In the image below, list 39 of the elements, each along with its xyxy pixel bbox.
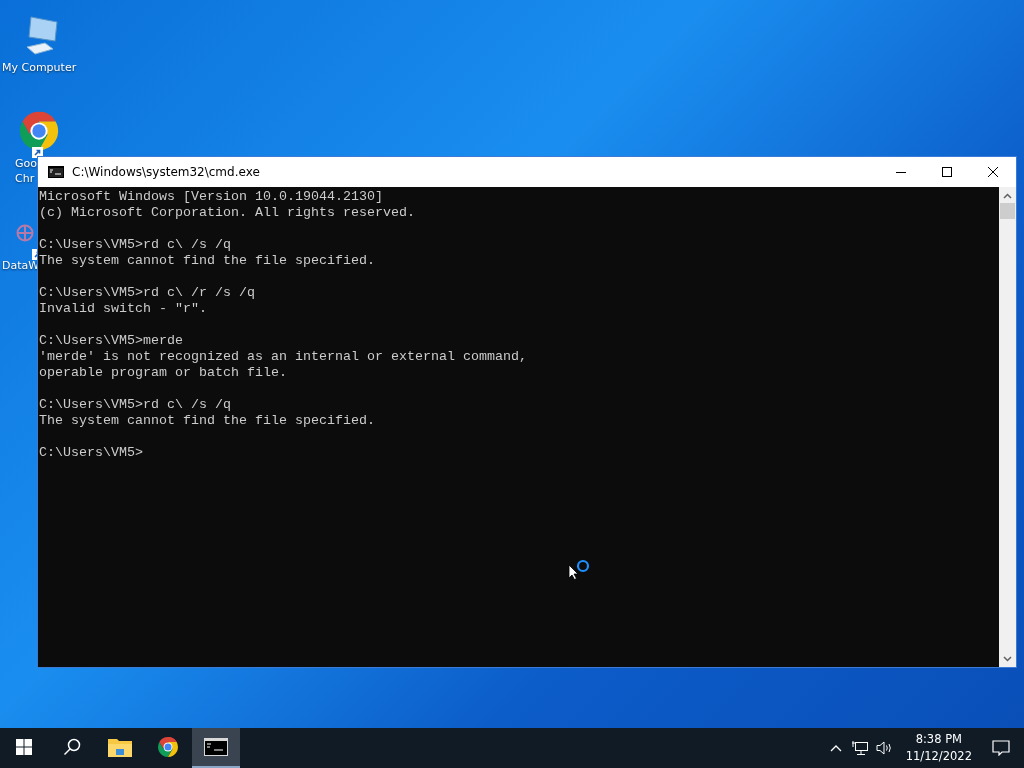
- console-line: C:\Users\VM5>rd c\ /s /q: [39, 397, 231, 412]
- console-line: C:\Users\VM5>rd c\ /r /s /q: [39, 285, 255, 300]
- folder-icon: [108, 737, 132, 757]
- close-icon: [988, 167, 998, 177]
- chrome-icon: [156, 735, 180, 759]
- console-line: C:\Users\VM5>: [39, 445, 143, 460]
- desktop-icon-label[interactable]: Chr: [15, 171, 35, 186]
- taskbar-button[interactable]: [192, 728, 240, 768]
- console-line: C:\Users\VM5>merde: [39, 333, 183, 348]
- notification-icon[interactable]: [992, 740, 1010, 756]
- window-title: C:\Windows\system32\cmd.exe: [72, 165, 261, 179]
- desktop-icon-label[interactable]: My Computer: [2, 60, 77, 75]
- vertical-scrollbar[interactable]: [999, 187, 1016, 667]
- clock-time: 8:38 PM: [915, 731, 962, 748]
- console-line: operable program or batch file.: [39, 365, 287, 380]
- terminal-icon: [204, 738, 228, 756]
- windows-logo-icon: [16, 739, 32, 755]
- console-line: 'merde' is not recognized as an internal or external command,: [39, 349, 527, 364]
- console-line: The system cannot find the file specified.: [39, 253, 375, 268]
- scroll-up-icon[interactable]: [1003, 193, 1012, 199]
- console-line: The system cannot find the file specified.: [39, 413, 375, 428]
- scrollbar-thumb[interactable]: [1000, 203, 1015, 219]
- grid-logo-icon: [16, 224, 34, 242]
- network-icon[interactable]: [851, 740, 868, 756]
- console-line: Microsoft Windows [Version 10.0.19044.2130]: [39, 189, 383, 204]
- console-line: (c) Microsoft Corporation. All rights reserved.: [39, 205, 415, 220]
- scroll-down-icon[interactable]: [1003, 656, 1012, 662]
- minimize-icon: [896, 171, 906, 173]
- maximize-icon: [942, 167, 952, 177]
- terminal-icon: [48, 166, 64, 178]
- clock-date: 11/12/2022: [905, 748, 972, 765]
- console-line: C:\Users\VM5>rd c\ /s /q: [39, 237, 231, 252]
- desktop-icon-label[interactable]: Goo: [15, 156, 37, 171]
- search-icon: [63, 738, 81, 756]
- speaker-icon[interactable]: [875, 740, 894, 756]
- console-line: Invalid switch - "r".: [39, 301, 207, 316]
- clock[interactable]: 8:38 PM 11/12/2022: [897, 731, 980, 765]
- busy-cursor-icon: [568, 558, 592, 580]
- chevron-up-icon[interactable]: [829, 744, 842, 752]
